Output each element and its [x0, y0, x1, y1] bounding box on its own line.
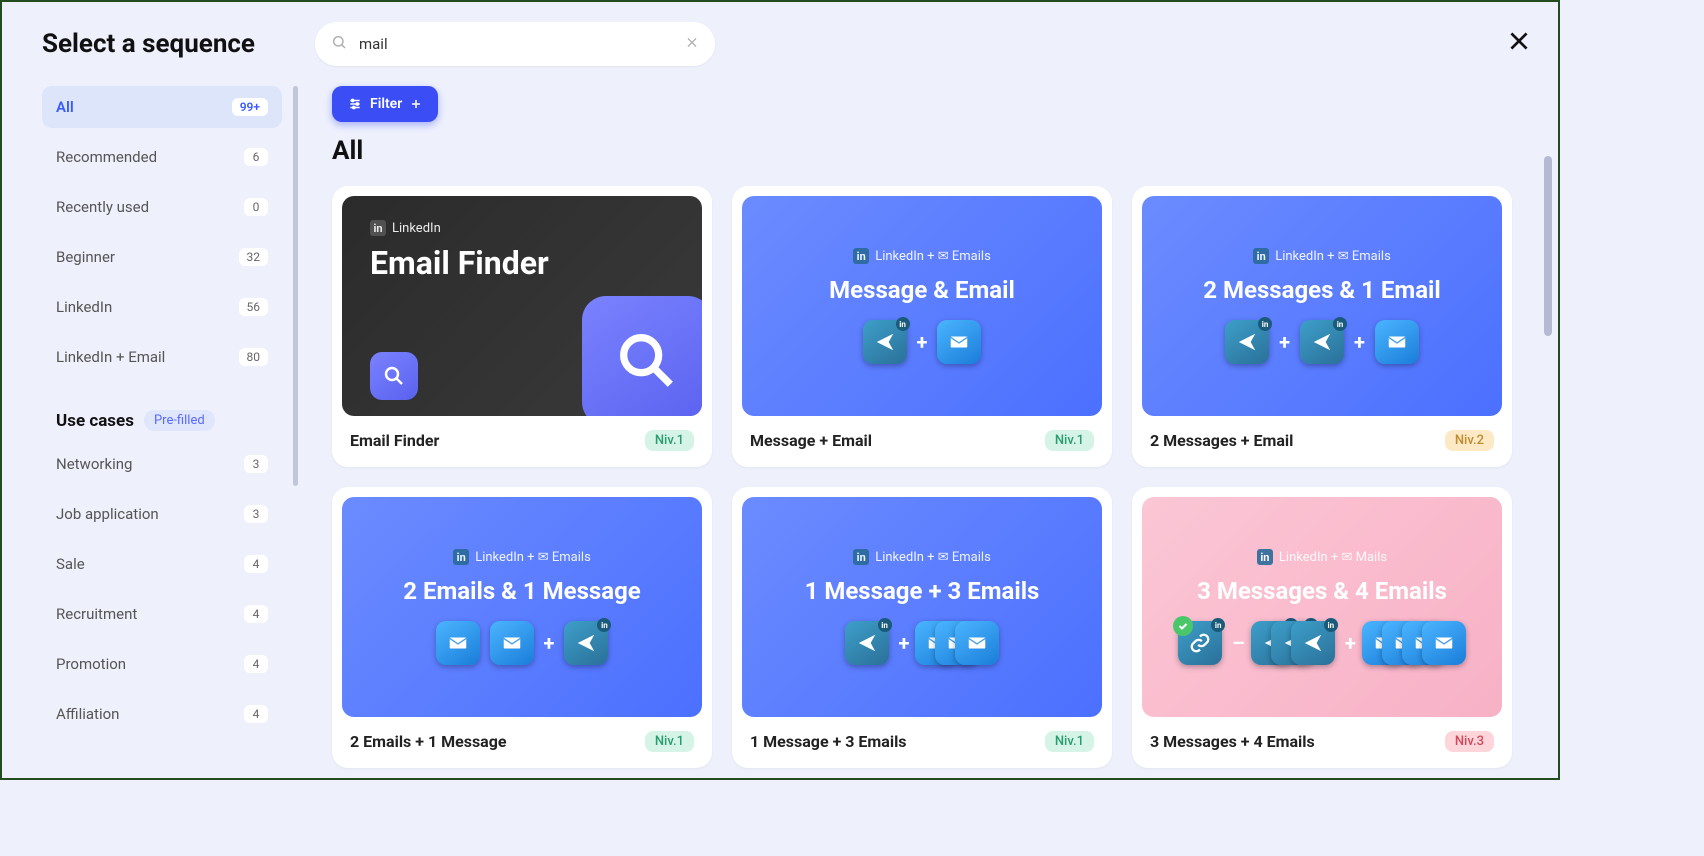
sidebar-category-beginner[interactable]: Beginner 32	[42, 236, 282, 278]
main-content: Filter All inLinkedIn Email Finder Email…	[302, 76, 1558, 772]
card-preview: inLinkedIn + ✉ Emails 1 Message + 3 Emai…	[742, 497, 1102, 717]
sequence-card[interactable]: inLinkedIn + ✉ Emails Message & Email in…	[732, 186, 1112, 467]
category-label: LinkedIn + Email	[56, 348, 165, 366]
usecase-label: Sale	[56, 555, 85, 573]
use-cases-heading: Use cases Pre-filled	[42, 398, 282, 443]
card-title: Email Finder	[350, 431, 439, 450]
usecase-count: 3	[244, 505, 268, 523]
card-title: Message + Email	[750, 431, 872, 450]
usecase-count: 4	[244, 555, 268, 573]
category-count: 6	[244, 148, 268, 166]
sidebar-category-recommended[interactable]: Recommended 6	[42, 136, 282, 178]
search-icon	[331, 34, 347, 54]
sliders-icon	[348, 97, 362, 111]
card-title: 1 Message + 3 Emails	[750, 732, 907, 751]
sidebar-category-linkedin-email[interactable]: LinkedIn + Email 80	[42, 336, 282, 378]
sequence-card[interactable]: inLinkedIn + ✉ Emails 1 Message + 3 Emai…	[732, 487, 1112, 768]
clear-search-icon[interactable]	[685, 35, 699, 54]
category-count: 0	[244, 198, 268, 216]
usecase-label: Networking	[56, 455, 132, 473]
level-badge: Niv.1	[645, 731, 694, 752]
sidebar: All 99+ Recommended 6 Recently used 0 Beginner…	[2, 76, 302, 772]
level-badge: Niv.2	[1445, 430, 1494, 451]
page-title: Select a sequence	[42, 29, 255, 59]
search-icon	[582, 296, 702, 416]
card-preview: inLinkedIn + ✉ Emails 2 Emails & 1 Messa…	[342, 497, 702, 717]
usecase-label: Affiliation	[56, 705, 119, 723]
sidebar-usecase-job-application[interactable]: Job application 3	[42, 493, 282, 535]
usecase-label: Promotion	[56, 655, 126, 673]
main-heading: All	[332, 136, 1528, 166]
card-preview: inLinkedIn + ✉ Emails 2 Messages & 1 Ema…	[1142, 196, 1502, 416]
category-label: Recommended	[56, 148, 157, 166]
sidebar-category-all[interactable]: All 99+	[42, 86, 282, 128]
search-input[interactable]	[315, 22, 715, 66]
sequence-card[interactable]: inLinkedIn + ✉ Mails 3 Messages & 4 Emai…	[1132, 487, 1512, 768]
usecase-count: 3	[244, 455, 268, 473]
level-badge: Niv.3	[1445, 731, 1494, 752]
category-label: All	[56, 98, 74, 116]
close-button[interactable]	[1506, 28, 1532, 58]
card-preview: inLinkedIn + ✉ Mails 3 Messages & 4 Emai…	[1142, 497, 1502, 717]
card-title: 2 Emails + 1 Message	[350, 732, 507, 751]
level-badge: Niv.1	[1045, 731, 1094, 752]
sidebar-usecase-promotion[interactable]: Promotion 4	[42, 643, 282, 685]
category-count: 99+	[232, 98, 268, 116]
linkedin-icon: in	[853, 549, 869, 565]
sidebar-category-linkedin[interactable]: LinkedIn 56	[42, 286, 282, 328]
usecase-label: Recruitment	[56, 605, 137, 623]
usecase-count: 4	[244, 605, 268, 623]
card-title: 3 Messages + 4 Emails	[1150, 732, 1315, 751]
linkedin-icon: in	[853, 248, 869, 264]
sidebar-usecase-recruitment[interactable]: Recruitment 4	[42, 593, 282, 635]
sequence-card[interactable]: inLinkedIn + ✉ Emails 2 Messages & 1 Ema…	[1132, 186, 1512, 467]
plus-icon	[410, 98, 422, 110]
card-preview: inLinkedIn Email Finder	[342, 196, 702, 416]
category-label: LinkedIn	[56, 298, 112, 316]
search-container	[315, 22, 715, 66]
category-count: 80	[239, 348, 269, 366]
sidebar-category-recently-used[interactable]: Recently used 0	[42, 186, 282, 228]
category-count: 56	[239, 298, 269, 316]
category-label: Recently used	[56, 198, 149, 216]
linkedin-icon: in	[1257, 549, 1273, 565]
sequence-card[interactable]: inLinkedIn Email Finder Email Finder Niv.…	[332, 186, 712, 467]
level-badge: Niv.1	[645, 430, 694, 451]
usecase-label: Job application	[56, 505, 159, 523]
prefilled-badge: Pre-filled	[144, 410, 215, 431]
category-label: Beginner	[56, 248, 115, 266]
card-title: 2 Messages + Email	[1150, 431, 1293, 450]
usecase-count: 4	[244, 705, 268, 723]
sidebar-usecase-sale[interactable]: Sale 4	[42, 543, 282, 585]
linkedin-icon: in	[453, 549, 469, 565]
card-preview: inLinkedIn + ✉ Emails Message & Email in…	[742, 196, 1102, 416]
search-icon	[370, 352, 418, 400]
sidebar-usecase-networking[interactable]: Networking 3	[42, 443, 282, 485]
level-badge: Niv.1	[1045, 430, 1094, 451]
sidebar-usecase-affiliation[interactable]: Affiliation 4	[42, 693, 282, 735]
sequence-card[interactable]: inLinkedIn + ✉ Emails 2 Emails & 1 Messa…	[332, 487, 712, 768]
usecase-count: 4	[244, 655, 268, 673]
filter-button[interactable]: Filter	[332, 86, 438, 122]
category-count: 32	[239, 248, 269, 266]
linkedin-icon: in	[370, 220, 386, 236]
linkedin-icon: in	[1253, 248, 1269, 264]
